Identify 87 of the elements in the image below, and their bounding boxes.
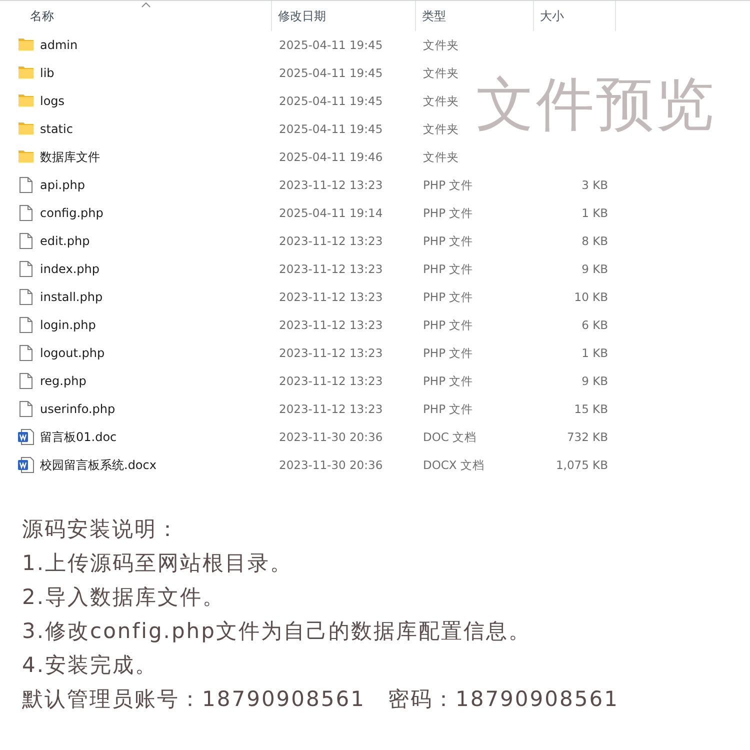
folder-icon [18, 149, 35, 165]
file-name[interactable]: config.php [40, 206, 104, 220]
file-type: DOCX 文档 [423, 458, 484, 472]
file-name[interactable]: install.php [40, 290, 103, 304]
modified-date: 2023-11-12 13:23 [279, 262, 383, 276]
file-type: PHP 文件 [423, 374, 474, 388]
file-type: PHP 文件 [423, 290, 474, 304]
modified-date: 2025-04-11 19:45 [279, 122, 383, 136]
file-name[interactable]: reg.php [40, 374, 86, 388]
file-size: 10 KB [574, 290, 608, 304]
file-size: 9 KB [582, 262, 608, 276]
modified-date: 2023-11-12 13:23 [279, 178, 383, 192]
modified-date: 2023-11-30 20:36 [279, 430, 383, 444]
folder-icon [18, 65, 35, 81]
modified-date: 2025-04-11 19:45 [279, 66, 383, 80]
folder-icon [18, 121, 35, 137]
folder-icon [18, 93, 35, 109]
file-icon [18, 205, 35, 221]
modified-date: 2023-11-12 13:23 [279, 318, 383, 332]
file-size: 732 KB [566, 430, 608, 444]
file-name[interactable]: edit.php [40, 234, 90, 248]
modified-date: 2025-04-11 19:45 [279, 94, 383, 108]
file-size: 1 KB [582, 346, 608, 360]
instruction-line: 4.安装完成。 [22, 652, 159, 679]
folder-icon [18, 37, 35, 53]
modified-date: 2023-11-12 13:23 [279, 290, 383, 304]
file-type: PHP 文件 [423, 262, 474, 276]
file-name[interactable]: logout.php [40, 346, 105, 360]
file-size: 1,075 KB [556, 458, 608, 472]
modified-date: 2023-11-12 13:23 [279, 374, 383, 388]
instruction-line: 源码安装说明： [22, 516, 180, 543]
file-size: 6 KB [582, 318, 608, 332]
instruction-line: 2.导入数据库文件。 [22, 584, 226, 611]
file-name[interactable]: api.php [40, 178, 85, 192]
file-icon [18, 317, 35, 333]
file-icon [18, 345, 35, 361]
file-name[interactable]: admin [40, 38, 78, 52]
modified-date: 2023-11-12 13:23 [279, 234, 383, 248]
file-name[interactable]: login.php [40, 318, 96, 332]
file-name[interactable]: index.php [40, 262, 100, 276]
document-icon [18, 429, 35, 445]
file-type: PHP 文件 [423, 346, 474, 360]
modified-date: 2023-11-12 13:23 [279, 402, 383, 416]
file-type: PHP 文件 [423, 234, 474, 248]
file-size: 3 KB [582, 178, 608, 192]
file-icon [18, 233, 35, 249]
file-type: PHP 文件 [423, 318, 474, 332]
file-name[interactable]: lib [40, 66, 54, 80]
file-icon [18, 289, 35, 305]
overlay-label: 文件预览 [476, 73, 716, 137]
file-type: DOC 文档 [423, 430, 477, 444]
file-size: 9 KB [582, 374, 608, 388]
file-size: 15 KB [574, 402, 608, 416]
file-type: 文件夹 [423, 122, 459, 136]
sort-caret-icon [140, 2, 150, 8]
file-type: PHP 文件 [423, 402, 474, 416]
file-type: PHP 文件 [423, 206, 474, 220]
file-name[interactable]: 留言板01.doc [40, 428, 117, 446]
file-size: 1 KB [582, 206, 608, 220]
file-icon [18, 177, 35, 193]
column-header[interactable]: 名称 [16, 1, 272, 31]
file-icon [18, 261, 35, 277]
file-icon [18, 373, 35, 389]
file-type: 文件夹 [423, 150, 459, 164]
file-icon [18, 401, 35, 417]
file-type: 文件夹 [423, 94, 459, 108]
file-name[interactable]: logs [40, 94, 65, 108]
document-icon [18, 457, 35, 473]
modified-date: 2023-11-12 13:23 [279, 346, 383, 360]
modified-date: 2025-04-11 19:14 [279, 206, 383, 220]
column-header[interactable]: 修改日期 [272, 1, 416, 31]
modified-date: 2025-04-11 19:45 [279, 38, 383, 52]
file-name[interactable]: userinfo.php [40, 402, 116, 416]
file-name[interactable]: 校园留言板系统.docx [40, 456, 156, 474]
file-name[interactable]: static [40, 122, 73, 136]
instruction-line: 默认管理员账号：18790908561 密码：18790908561 [22, 686, 620, 713]
column-header[interactable]: 大小 [534, 1, 616, 31]
file-size: 8 KB [582, 234, 608, 248]
modified-date: 2023-11-30 20:36 [279, 458, 383, 472]
file-name[interactable]: 数据库文件 [40, 148, 100, 166]
modified-date: 2025-04-11 19:46 [279, 150, 383, 164]
instruction-line: 3.修改config.php文件为自己的数据库配置信息。 [22, 618, 532, 645]
file-type: 文件夹 [423, 66, 459, 80]
file-type: PHP 文件 [423, 178, 474, 192]
instruction-line: 1.上传源码至网站根目录。 [22, 550, 294, 577]
file-type: 文件夹 [423, 38, 459, 52]
column-header[interactable]: 类型 [416, 1, 534, 31]
